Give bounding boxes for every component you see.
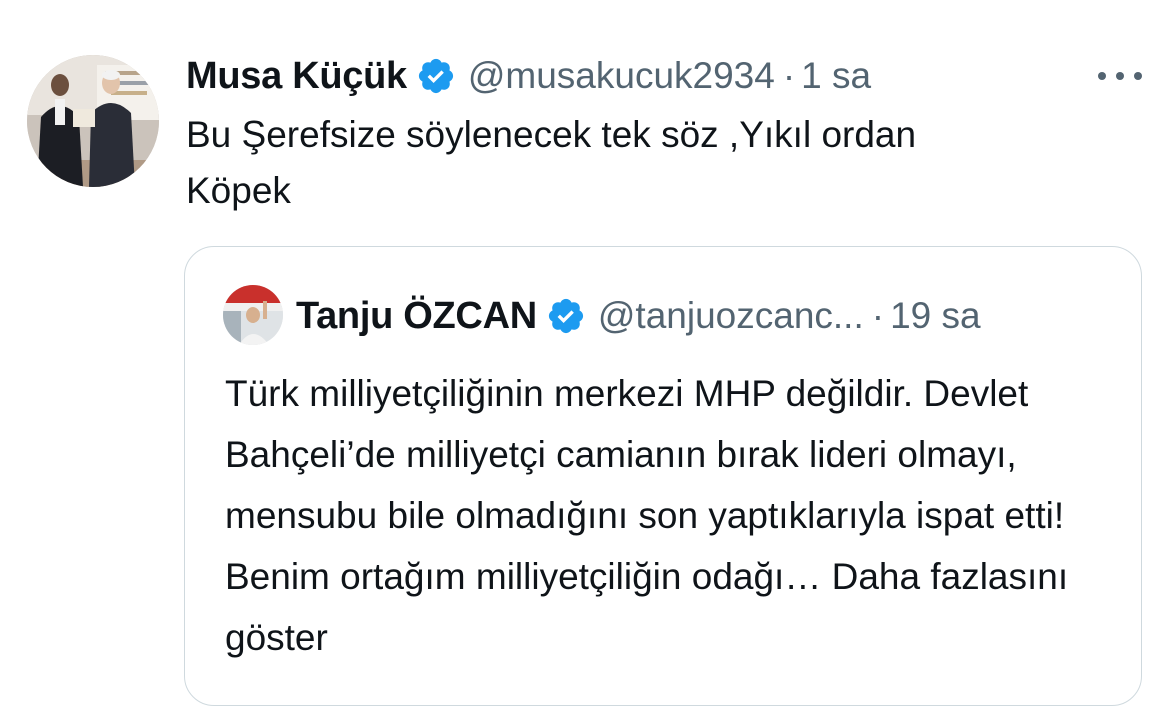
avatar[interactable]: [27, 55, 159, 187]
author-handle[interactable]: @musakucuk2934: [468, 55, 775, 97]
separator-dot: ·: [782, 55, 796, 96]
quoted-avatar[interactable]: [223, 285, 283, 345]
quoted-header: Tanju ÖZCAN @tanjuozcanc... · 19 sa: [296, 291, 981, 341]
quoted-timestamp[interactable]: 19 sa: [890, 295, 981, 337]
tweet-header: Musa Küçük @musakucuk2934 · 1 sa: [186, 52, 871, 100]
separator-dot: ·: [871, 295, 885, 336]
quoted-author-handle[interactable]: @tanjuozcanc...: [598, 295, 864, 337]
verified-badge-icon: [546, 296, 586, 336]
author-name[interactable]: Musa Küçük: [186, 55, 407, 98]
tweet-text: Bu Şerefsize söylenecek tek söz ,Yıkıl o…: [186, 114, 917, 211]
quoted-author-name[interactable]: Tanju ÖZCAN: [296, 295, 537, 338]
quoted-tweet-text: Türk milliyetçiliğinin merkezi MHP değil…: [225, 363, 1115, 668]
quoted-tweet[interactable]: Tanju ÖZCAN @tanjuozcanc... · 19 sa Türk…: [184, 246, 1142, 706]
timestamp[interactable]: 1 sa: [801, 55, 871, 97]
more-options-icon[interactable]: [1092, 62, 1148, 90]
verified-badge-icon: [416, 56, 456, 96]
